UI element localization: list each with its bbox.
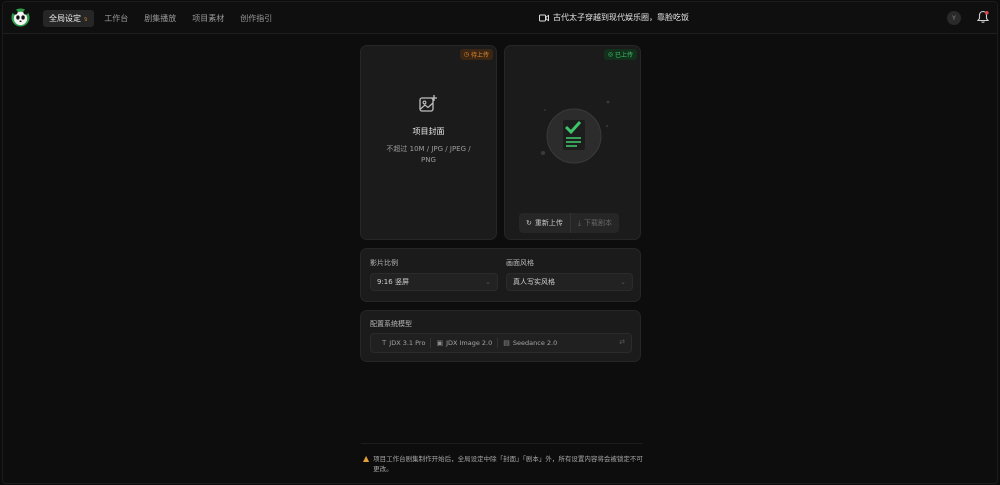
image-icon: ▣ [436, 339, 444, 347]
nav-tab-creation-guide[interactable]: 创作指引 [234, 10, 278, 27]
project-title-text: 古代太子穿越到现代娱乐圈，靠脸吃饭 [553, 13, 689, 22]
nav-tab-episode-play[interactable]: 剧集播放 [138, 10, 182, 27]
user-avatar[interactable]: Y [947, 11, 961, 25]
model-item-video: ▤ Seedance 2.0 [498, 339, 562, 347]
model-name: JDX Image 2.0 [446, 339, 493, 347]
cover-title: 项目封面 [412, 127, 445, 136]
model-selector[interactable]: T JDX 3.1 Pro ▣ JDX Image 2.0 ▤ Seedance… [370, 333, 632, 353]
chevron-down-icon: ⌄ [620, 278, 626, 286]
nav-tab-workbench[interactable]: 工作台 [98, 10, 134, 27]
clock-icon: ◷ [463, 51, 469, 58]
nav-tab-project-assets[interactable]: 项目素材 [186, 10, 230, 27]
reupload-label: 重新上传 [534, 219, 563, 227]
style-label: 画面风格 [506, 259, 534, 267]
cover-file-requirements: 不超过 10M / JPG / JPEG / PNG [386, 145, 471, 164]
lock-icon: ⍚ [84, 14, 89, 22]
uploaded-badge: ◎ 已上传 [603, 49, 637, 60]
add-image-icon [419, 95, 437, 112]
check-circle-icon: ◎ [607, 51, 613, 58]
cover-upload-card[interactable]: ◷ 待上传 项目封面 不超过 10M / JPG / JPEG / PNG [360, 45, 497, 240]
model-name: Seedance 2.0 [512, 339, 558, 347]
main-nav: 全局设定 ⍚ 工作台 剧集播放 项目素材 创作指引 [43, 10, 278, 27]
ratio-value: 9:16 竖屏 [377, 278, 409, 286]
style-value: 真人写实风格 [513, 278, 555, 286]
top-bar: 全局设定 ⍚ 工作台 剧集播放 项目素材 创作指引 古代太子穿越到现代娱乐圈，靠… [3, 2, 997, 34]
panda-logo-icon[interactable] [11, 8, 30, 27]
reupload-button[interactable]: ↻ 重新上传 [519, 213, 570, 233]
models-label: 配置系统模型 [370, 320, 412, 328]
project-title: 古代太子穿越到现代娱乐圈，靠脸吃饭 [539, 12, 689, 23]
footer-divider [361, 443, 643, 444]
download-script-button[interactable]: ⤓ 下载剧本 [569, 213, 619, 233]
chevron-down-icon: ⌄ [485, 278, 491, 286]
app-window: 全局设定 ⍚ 工作台 剧集播放 项目素材 创作指引 古代太子穿越到现代娱乐圈，靠… [2, 1, 998, 484]
footer-note-text: 项目工作台剧集制作开始后，全局设定中除「封面」「剧本」外，所有设置内容将会被锁定… [373, 455, 643, 473]
model-item-image: ▣ JDX Image 2.0 [431, 339, 497, 347]
swap-icon[interactable]: ⇄ [619, 338, 625, 346]
text-icon: T [382, 339, 387, 347]
refresh-icon: ↻ [526, 219, 532, 227]
document-uploaded-icon [541, 100, 610, 164]
ratio-select[interactable]: 9:16 竖屏 ⌄ [370, 273, 498, 291]
video-camera-icon [539, 14, 549, 21]
model-item-text: T JDX 3.1 Pro [377, 339, 430, 347]
download-label: 下载剧本 [583, 219, 612, 227]
script-actions: ↻ 重新上传 ⤓ 下载剧本 [519, 213, 619, 233]
settings-card: 影片比例 9:16 竖屏 ⌄ 画面风格 真人写实风格 ⌄ [360, 248, 641, 302]
nav-tab-global-settings[interactable]: 全局设定 ⍚ [43, 10, 95, 27]
pending-upload-badge: ◷ 待上传 [459, 49, 493, 60]
footer-notice: ▲ 项目工作台剧集制作开始后，全局设定中除「封面」「剧本」外，所有设置内容将会被… [363, 454, 643, 474]
models-card: 配置系统模型 T JDX 3.1 Pro ▣ JDX Image 2.0 ▤ S… [360, 310, 641, 362]
uploaded-badge-label: 已上传 [614, 52, 633, 59]
script-upload-card: ◎ 已上传 ↻ 重新上传 ⤓ 下载剧本 [504, 45, 641, 240]
ratio-label: 影片比例 [370, 259, 398, 267]
download-icon: ⤓ [577, 218, 581, 227]
model-name: JDX 3.1 Pro [389, 339, 426, 347]
warning-icon: ▲ [363, 454, 370, 463]
bell-icon[interactable] [976, 10, 990, 24]
nav-tab-label: 全局设定 [49, 14, 81, 23]
style-select[interactable]: 真人写实风格 ⌄ [506, 273, 633, 291]
pending-badge-label: 待上传 [470, 52, 489, 59]
video-icon: ▤ [503, 339, 510, 347]
